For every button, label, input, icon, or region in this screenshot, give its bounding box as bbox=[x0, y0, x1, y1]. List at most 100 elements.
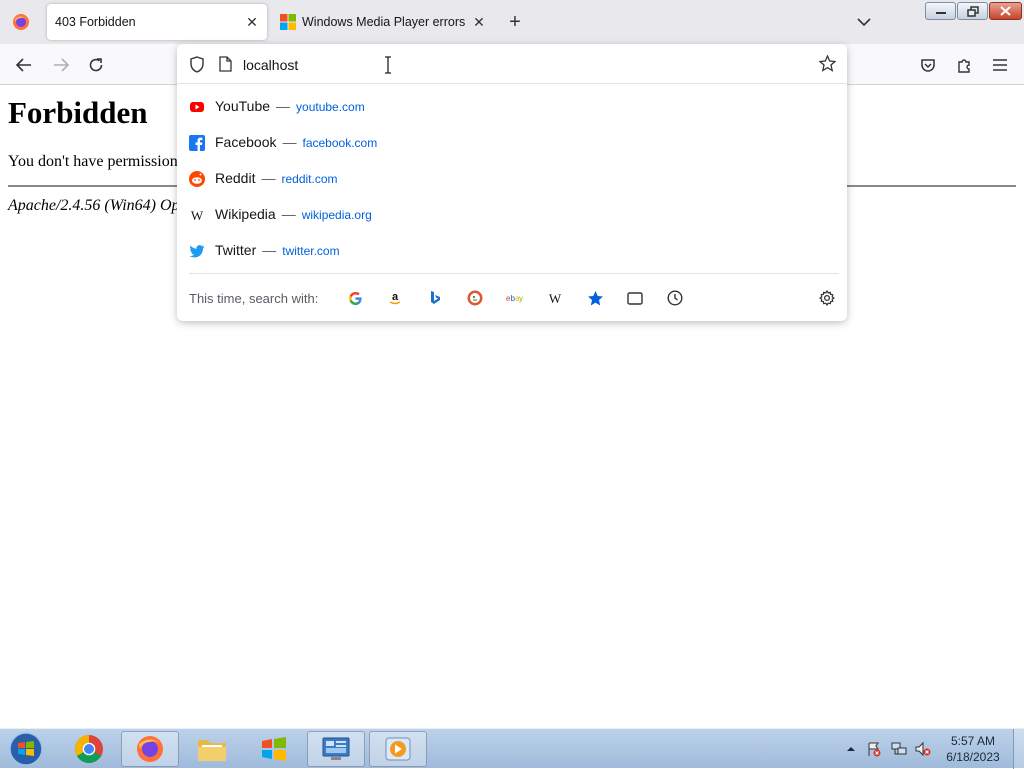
suggestion-url: facebook.com bbox=[302, 136, 378, 150]
show-hidden-icons-chevron-up-icon[interactable] bbox=[843, 741, 859, 757]
tab-title: 403 Forbidden bbox=[55, 15, 136, 29]
pocket-icon bbox=[921, 59, 935, 72]
search-engine-amazon[interactable]: a bbox=[385, 288, 405, 308]
server-signature: Apache/2.4.56 (Win64) Op bbox=[8, 197, 180, 214]
tab-403-forbidden[interactable]: 403 Forbidden ✕ bbox=[47, 4, 267, 40]
start-button[interactable] bbox=[0, 731, 52, 767]
bookmark-star-icon[interactable] bbox=[819, 55, 836, 72]
facebook-icon bbox=[189, 135, 205, 151]
page-icon[interactable] bbox=[219, 56, 232, 72]
firefox-view-button[interactable] bbox=[0, 0, 42, 44]
suggestion-url: twitter.com bbox=[282, 244, 340, 258]
search-settings-button[interactable] bbox=[817, 288, 837, 308]
ebay-icon: e b a y bbox=[506, 294, 523, 303]
network-icon[interactable] bbox=[891, 741, 907, 757]
forward-button[interactable] bbox=[48, 52, 74, 78]
suggestion-url: youtube.com bbox=[296, 100, 365, 114]
wikipedia-icon: W bbox=[191, 208, 204, 223]
search-tabs[interactable] bbox=[625, 288, 645, 308]
suggestion-title: YouTube bbox=[215, 98, 271, 114]
svg-text:a: a bbox=[392, 291, 399, 303]
duckduckgo-icon bbox=[467, 290, 483, 306]
suggestion-facebook[interactable]: Facebook — facebook.com bbox=[177, 125, 847, 161]
arrow-left-icon bbox=[16, 58, 31, 72]
suggestion-twitter[interactable]: Twitter — twitter.com bbox=[177, 233, 847, 269]
action-center-flag-icon[interactable] bbox=[866, 741, 882, 757]
chevron-down-icon bbox=[857, 18, 871, 27]
shield-icon[interactable] bbox=[189, 56, 205, 73]
url-input[interactable] bbox=[243, 55, 763, 75]
pocket-button[interactable] bbox=[915, 52, 941, 78]
plus-icon: + bbox=[509, 10, 521, 33]
svg-text:y: y bbox=[519, 294, 523, 303]
suggestion-youtube[interactable]: YouTube — youtube.com bbox=[177, 89, 847, 125]
puzzle-icon bbox=[958, 59, 970, 73]
search-engine-ebay[interactable]: e b a y bbox=[505, 288, 525, 308]
taskbar-control-panel[interactable] bbox=[307, 731, 365, 767]
windows-flag-icon bbox=[262, 737, 286, 761]
taskbar-firefox[interactable] bbox=[121, 731, 179, 767]
suggestion-title: Twitter bbox=[215, 242, 257, 258]
page-heading: Forbidden bbox=[8, 95, 148, 130]
arrow-right-icon bbox=[54, 58, 69, 72]
search-engine-duckduckgo[interactable] bbox=[465, 288, 485, 308]
windows-start-icon bbox=[9, 732, 43, 766]
close-window-button[interactable] bbox=[989, 2, 1022, 20]
clock-time: 5:57 AM bbox=[950, 734, 996, 748]
tab-title: Windows Media Player errors - bbox=[302, 15, 468, 29]
bing-icon bbox=[431, 291, 440, 304]
system-clock[interactable]: 5:57 AM 6/18/2023 bbox=[937, 733, 1009, 765]
reload-button[interactable] bbox=[83, 52, 109, 78]
taskbar-windows-media-player[interactable] bbox=[245, 731, 303, 767]
search-with-label: This time, search with: bbox=[189, 291, 319, 306]
amazon-icon: a bbox=[389, 291, 401, 305]
gear-icon bbox=[819, 290, 835, 306]
search-engine-bing[interactable] bbox=[425, 288, 445, 308]
media-player-icon bbox=[385, 737, 411, 761]
volume-muted-icon[interactable] bbox=[915, 741, 931, 757]
taskbar-file-explorer[interactable] bbox=[183, 731, 241, 767]
show-desktop-button[interactable] bbox=[1013, 729, 1024, 769]
firefox-icon bbox=[137, 736, 163, 762]
extensions-button[interactable] bbox=[951, 52, 977, 78]
tab-close-icon[interactable]: ✕ bbox=[468, 11, 490, 33]
bookmarks-icon bbox=[587, 290, 603, 305]
suggestion-reddit[interactable]: Reddit — reddit.com bbox=[177, 161, 847, 197]
suggestion-title: Facebook bbox=[215, 134, 277, 150]
twitter-icon bbox=[189, 245, 205, 258]
history-icon bbox=[667, 290, 683, 306]
app-menu-button[interactable] bbox=[987, 52, 1013, 78]
suggestion-title: Wikipedia bbox=[215, 206, 276, 222]
taskbar-chrome[interactable] bbox=[60, 731, 118, 767]
error-message: You don't have permission bbox=[8, 153, 178, 170]
reddit-icon bbox=[189, 171, 205, 187]
search-engine-wikipedia[interactable]: W bbox=[545, 288, 565, 308]
restore-icon bbox=[966, 5, 979, 17]
tab-windows-media-player-errors[interactable]: Windows Media Player errors - ✕ bbox=[274, 4, 494, 40]
wikipedia-icon: W bbox=[549, 291, 562, 306]
taskbar-media-player[interactable] bbox=[369, 731, 427, 767]
suggestion-title: Reddit bbox=[215, 170, 256, 186]
list-all-tabs-button[interactable] bbox=[852, 10, 876, 34]
taskbar: 5:57 AM 6/18/2023 bbox=[0, 728, 1024, 769]
tab-close-icon[interactable]: ✕ bbox=[241, 11, 263, 33]
restore-button[interactable] bbox=[957, 2, 988, 20]
chrome-icon bbox=[75, 735, 103, 763]
svg-text:W: W bbox=[191, 208, 204, 223]
new-tab-button[interactable]: + bbox=[503, 10, 527, 34]
search-bookmarks[interactable] bbox=[585, 288, 605, 308]
google-icon bbox=[348, 291, 362, 305]
search-engine-google[interactable] bbox=[345, 288, 365, 308]
tab-strip: 403 Forbidden ✕ Windows Media Player err… bbox=[0, 0, 1024, 44]
search-history[interactable] bbox=[665, 288, 685, 308]
close-icon bbox=[1000, 6, 1011, 16]
minimize-button[interactable] bbox=[925, 2, 956, 20]
urlbar-dropdown: YouTube—youtube.com Facebook—facebook.co… bbox=[177, 44, 847, 321]
urlbar bbox=[177, 44, 847, 84]
folder-icon bbox=[198, 740, 226, 761]
suggestion-wikipedia[interactable]: W Wikipedia — wikipedia.org bbox=[177, 197, 847, 233]
suggestion-url: reddit.com bbox=[281, 172, 338, 186]
clock-date: 6/18/2023 bbox=[946, 750, 1000, 764]
divider bbox=[189, 273, 839, 274]
back-button[interactable] bbox=[11, 52, 37, 78]
